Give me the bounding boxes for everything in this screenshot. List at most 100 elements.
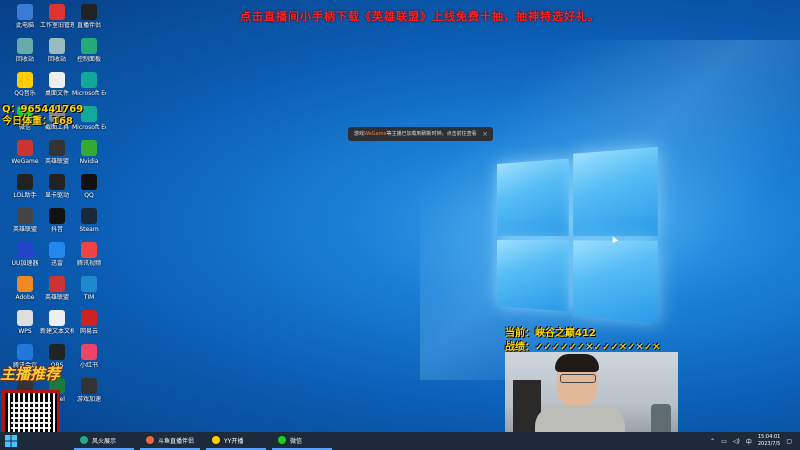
desktop-icon[interactable]: 小红书 — [72, 344, 106, 378]
desktop-icon-label: QQ — [84, 192, 94, 199]
app-icon — [17, 140, 33, 156]
desktop-icon-label: Nvidia — [79, 158, 99, 165]
windows-logo-wallpaper — [497, 146, 660, 324]
desktop-icon-label: QQ音乐 — [14, 90, 36, 97]
file-icon — [49, 310, 65, 326]
app-icon — [49, 208, 65, 224]
app-icon — [49, 242, 65, 258]
desktop-icon[interactable]: 新建文本文档 — [40, 310, 74, 344]
steam-icon — [81, 208, 97, 224]
app-icon — [81, 140, 97, 156]
qq-icon — [81, 174, 97, 190]
desktop-icon-label: 桌面文件 — [44, 90, 69, 97]
desktop-icon-label: LOL助手 — [13, 192, 37, 199]
desktop-icon-label: 英雄联盟 — [44, 158, 69, 165]
app-icon — [49, 276, 65, 292]
network-icon[interactable]: ▭ — [721, 438, 727, 445]
taskbar-item-label: YY开播 — [224, 437, 244, 445]
desktop-icon-label: UU加速器 — [11, 260, 39, 267]
desktop-icon[interactable]: 工作室旧管理 — [40, 4, 74, 38]
chevron-up-icon[interactable]: ⌃ — [710, 438, 715, 445]
desktop-icon-label: WeGame — [11, 158, 39, 165]
desktop-icon[interactable]: WPS — [8, 310, 42, 344]
desktop-icon[interactable]: WeGame — [8, 140, 42, 174]
desktop-icon-label: Microsoft Edge — [72, 90, 106, 97]
notification-toast[interactable]: 游戏WeGame等主播已加载到刷新时钟，点击前往查看 × — [348, 127, 493, 141]
desktop-icon[interactable]: Adobe — [8, 276, 42, 310]
desktop-icon-label: 迅雷 — [50, 260, 63, 267]
desktop-icon[interactable]: Nvidia — [72, 140, 106, 174]
desktop-icon-label: 腾讯视频 — [76, 260, 101, 267]
desktop-icon[interactable]: 迅雷 — [40, 242, 74, 276]
taskbar: 风火展示 斗鱼直播伴侣 YY开播 微信 ⌃ ▭ ◁) 中 15:04:01 2023/… — [0, 432, 800, 450]
desktop-icon-label: 此电脑 — [15, 22, 34, 29]
app-icon — [80, 436, 88, 444]
desktop-icon[interactable]: 英雄联盟 — [8, 208, 42, 242]
app-icon — [17, 310, 33, 326]
desktop-icon[interactable]: QQ — [72, 174, 106, 208]
recycle-bin-icon — [17, 38, 33, 54]
desktop-icon-label: 回收站 — [15, 56, 34, 63]
system-tray: ⌃ ▭ ◁) 中 15:04:01 2023/7/5 ▢ — [710, 432, 792, 450]
desktop-icon-label: 回收站 — [47, 56, 66, 63]
desktop-icon[interactable]: UU加速器 — [8, 242, 42, 276]
input-method-icon[interactable]: 中 — [746, 437, 752, 446]
taskbar-item-label: 风火展示 — [92, 437, 117, 445]
desktop-icon[interactable]: 游戏加速 — [72, 378, 106, 412]
taskbar-item-label: 斗鱼直播伴侣 — [158, 437, 195, 445]
desktop-icon-label: 控制面板 — [76, 56, 101, 63]
app-icon — [81, 344, 97, 360]
desktop-icon[interactable]: 控制面板 — [72, 38, 106, 72]
app-icon — [81, 4, 97, 20]
desktop-icon[interactable]: 网易云 — [72, 310, 106, 344]
desktop-icon-label: Adobe — [15, 294, 35, 301]
app-icon — [17, 72, 33, 88]
desktop-icon-label: Microsoft Edge — [72, 124, 106, 131]
desktop-icon[interactable]: 显卡驱动 — [40, 174, 74, 208]
desktop-icon[interactable]: 回收站 — [40, 38, 74, 72]
taskbar-item[interactable]: 微信 — [272, 432, 332, 450]
taskbar-item-label: 微信 — [290, 437, 303, 445]
desktop-icon-label: Steam — [79, 226, 99, 233]
desktop-icon[interactable]: LOL助手 — [8, 174, 42, 208]
app-icon — [81, 310, 97, 326]
app-icon — [17, 242, 33, 258]
app-icon — [49, 4, 65, 20]
start-button[interactable] — [4, 434, 18, 448]
app-icon — [146, 436, 154, 444]
app-icon — [49, 140, 65, 156]
app-icon — [81, 276, 97, 292]
desktop-icon-label: 新建文本文档 — [40, 328, 74, 335]
notification-icon[interactable]: ▢ — [786, 438, 792, 445]
desktop-icon[interactable]: 英雄联盟 — [40, 140, 74, 174]
taskbar-item[interactable]: 风火展示 — [74, 432, 134, 450]
clock[interactable]: 15:04:01 2023/7/5 — [758, 434, 780, 448]
app-icon — [17, 174, 33, 190]
desktop-icon-label: 网易云 — [79, 328, 98, 335]
record-overlay: 战绩：✓✓✓✓✓✓✕✓✓✓✕✓✕✓✕ — [505, 342, 661, 353]
desktop-icon-label: 英雄联盟 — [44, 294, 69, 301]
desktop-icon[interactable]: 英雄联盟 — [40, 276, 74, 310]
app-icon — [49, 344, 65, 360]
desktop-icon[interactable]: TIM — [72, 276, 106, 310]
desktop-icon[interactable]: 回收站 — [8, 38, 42, 72]
desktop-icon[interactable]: 抖音 — [40, 208, 74, 242]
volume-icon[interactable]: ◁) — [733, 438, 740, 445]
edge-icon — [81, 106, 97, 122]
desktop-icon-label: 抖音 — [50, 226, 63, 233]
taskbar-item[interactable]: 斗鱼直播伴侣 — [140, 432, 200, 450]
marquee-text: 点击直播间小手柄下载《英雄联盟》上线免费十抽，抽神特选好礼。 — [240, 10, 600, 23]
desktop-icon[interactable]: 腾讯视频 — [72, 242, 106, 276]
desktop-icon-label: 直播伴侣 — [76, 22, 101, 29]
current-rank-overlay: 当前：峡谷之巅412 — [505, 328, 596, 339]
desktop-icon[interactable]: Steam — [72, 208, 106, 242]
desktop-icon[interactable]: 此电脑 — [8, 4, 42, 38]
desktop-icon-label: TIM — [83, 294, 95, 301]
app-icon — [17, 208, 33, 224]
desktop-icon-label: 小红书 — [79, 362, 98, 369]
app-icon — [81, 242, 97, 258]
edge-icon — [81, 72, 97, 88]
desktop-icon[interactable]: 直播伴侣 — [72, 4, 106, 38]
taskbar-item[interactable]: YY开播 — [206, 432, 266, 450]
close-icon[interactable]: × — [482, 127, 488, 141]
